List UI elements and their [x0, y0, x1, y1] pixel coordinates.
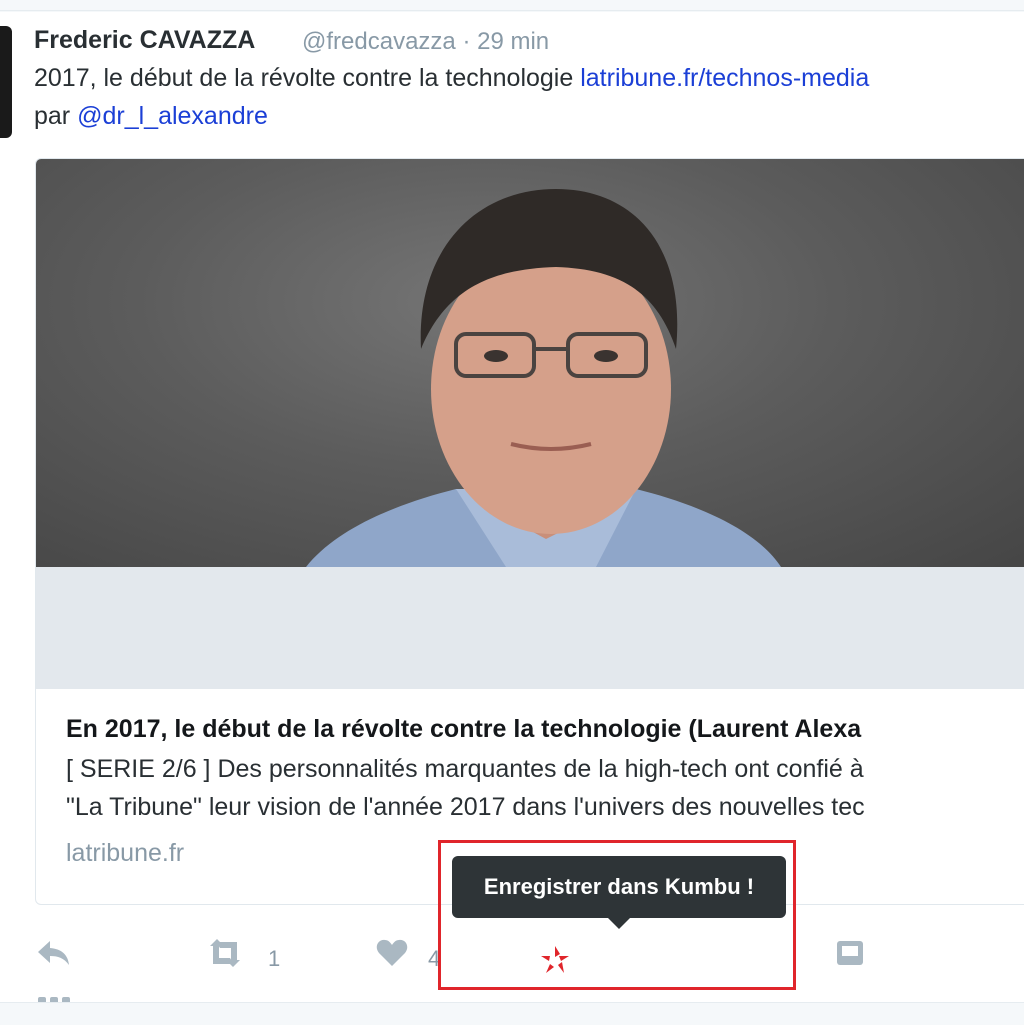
tweet-text-line1: 2017, le début de la révolte contre la t… — [34, 64, 869, 93]
card-photo-bottom — [36, 567, 1024, 689]
next-tweet-edge — [0, 1002, 1024, 1025]
mention-link[interactable]: @dr_l_alexandre — [77, 102, 268, 130]
timestamp[interactable]: · 29 min — [462, 28, 549, 55]
reply-icon[interactable] — [36, 938, 72, 973]
author-handle-time[interactable]: @fredcavazza · 29 min — [302, 28, 549, 56]
author-name[interactable]: Frederic CAVAZZA — [34, 26, 255, 55]
tweet-text-by: par — [34, 102, 78, 130]
dm-icon[interactable] — [836, 938, 864, 973]
card-title[interactable]: En 2017, le début de la révolte contre l… — [66, 715, 861, 744]
tweet-text-line2: par @dr_l_alexandre — [34, 102, 268, 131]
retweet-count: 1 — [268, 946, 281, 971]
more-icon[interactable] — [38, 992, 78, 1005]
portrait-image — [306, 189, 781, 567]
author-handle[interactable]: @fredcavazza — [302, 28, 456, 55]
tooltip: Enregistrer dans Kumbu ! — [452, 856, 786, 929]
tweet-link[interactable]: latribune.fr/technos-media — [580, 64, 869, 92]
like-icon[interactable] — [376, 938, 408, 973]
retweet-icon[interactable] — [204, 938, 246, 973]
tooltip-label: Enregistrer dans Kumbu ! — [483, 874, 755, 899]
card-photo[interactable] — [36, 159, 1024, 567]
avatar[interactable] — [0, 26, 12, 138]
card-domain: latribune.fr — [66, 839, 185, 867]
card-description-line2: "La Tribune" leur vision de l'année 2017… — [66, 793, 865, 821]
previous-tweet-edge — [0, 0, 1024, 11]
tweet-text: 2017, le début de la révolte contre la t… — [34, 64, 581, 92]
link-card[interactable]: En 2017, le début de la révolte contre l… — [35, 158, 1024, 905]
tooltip-arrow — [608, 918, 630, 929]
card-description-line1: [ SERIE 2/6 ] Des personnalités marquant… — [66, 755, 864, 783]
